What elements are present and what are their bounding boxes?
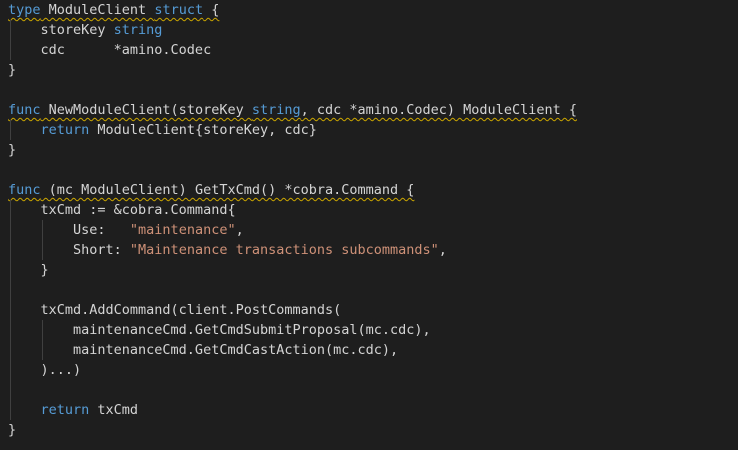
code-token: storeKey bbox=[8, 22, 114, 38]
code-token: txCmd bbox=[89, 402, 139, 418]
indent-guide bbox=[10, 260, 11, 280]
code-line[interactable]: )...) bbox=[8, 360, 738, 380]
code-line-content: )...) bbox=[8, 362, 82, 378]
keyword-token: func bbox=[8, 182, 41, 198]
code-token: txCmd.AddCommand(client.PostCommands( bbox=[8, 302, 342, 318]
code-token: (mc ModuleClient) GetTxCmd() *cobra.Comm… bbox=[40, 182, 415, 198]
code-token: , cdc *amino.Codec) ModuleClient { bbox=[300, 102, 577, 118]
code-token: } bbox=[8, 262, 49, 278]
code-token: )...) bbox=[8, 362, 82, 378]
code-line-content: } bbox=[8, 142, 16, 158]
indent-guide bbox=[10, 120, 11, 140]
indent-guide bbox=[10, 300, 11, 320]
code-token: } bbox=[8, 422, 17, 438]
keyword-token: string bbox=[251, 102, 301, 118]
code-line-content: type ModuleClient struct { bbox=[8, 2, 219, 18]
indent-guide bbox=[42, 220, 44, 240]
indent-guide bbox=[42, 320, 44, 340]
code-token: } bbox=[8, 142, 17, 158]
indent-guide bbox=[10, 200, 11, 220]
code-line[interactable] bbox=[8, 380, 738, 400]
code-area[interactable]: type ModuleClient struct { storeKey stri… bbox=[0, 0, 738, 440]
code-line-content: maintenanceCmd.GetCmdCastAction(mc.cdc), bbox=[8, 342, 398, 358]
code-line-content: storeKey string bbox=[8, 22, 163, 38]
code-line-content: txCmd := &cobra.Command{ bbox=[8, 202, 236, 218]
code-token: maintenanceCmd.GetCmdCastAction(mc.cdc), bbox=[8, 342, 399, 358]
code-line[interactable]: func NewModuleClient(storeKey string, cd… bbox=[8, 100, 738, 120]
code-line[interactable]: } bbox=[8, 60, 738, 80]
indent-guide bbox=[42, 240, 44, 260]
indent-guide bbox=[42, 340, 44, 360]
keyword-token: struct bbox=[154, 2, 204, 18]
code-line-content: cdc *amino.Codec bbox=[8, 42, 212, 58]
code-token: } bbox=[8, 62, 17, 78]
code-token: NewModuleClient(storeKey bbox=[40, 102, 252, 118]
code-line-content: Short: "Maintenance transactions subcomm… bbox=[8, 242, 447, 258]
code-token: Short: bbox=[8, 242, 130, 258]
string-token: "Maintenance transactions subcommands" bbox=[129, 242, 439, 258]
code-line-content bbox=[8, 162, 16, 178]
code-line-content: func NewModuleClient(storeKey string, cd… bbox=[8, 102, 577, 118]
code-line[interactable]: func (mc ModuleClient) GetTxCmd() *cobra… bbox=[8, 180, 738, 200]
code-line-content: txCmd.AddCommand(client.PostCommands( bbox=[8, 302, 342, 318]
code-token: { bbox=[203, 2, 220, 18]
keyword-token: return bbox=[40, 402, 90, 418]
indent-guide bbox=[10, 220, 11, 240]
code-token: , bbox=[235, 222, 244, 238]
code-line-content bbox=[8, 82, 16, 98]
code-token: Use: bbox=[8, 222, 130, 238]
indent-guide bbox=[10, 280, 11, 300]
code-line[interactable]: cdc *amino.Codec bbox=[8, 40, 738, 60]
indent-guide bbox=[10, 360, 11, 380]
indent-guide bbox=[10, 40, 11, 60]
code-line[interactable] bbox=[8, 160, 738, 180]
indent-guide bbox=[10, 20, 11, 40]
indent-guide bbox=[10, 380, 11, 400]
code-token: txCmd := &cobra.Command{ bbox=[8, 202, 236, 218]
code-token: ModuleClient bbox=[40, 2, 155, 18]
code-line[interactable]: txCmd.AddCommand(client.PostCommands( bbox=[8, 300, 738, 320]
code-line[interactable] bbox=[8, 80, 738, 100]
code-line-content: func (mc ModuleClient) GetTxCmd() *cobra… bbox=[8, 182, 414, 198]
code-line-content: } bbox=[8, 262, 49, 278]
code-line[interactable]: return txCmd bbox=[8, 400, 738, 420]
code-line[interactable]: maintenanceCmd.GetCmdSubmitProposal(mc.c… bbox=[8, 320, 738, 340]
keyword-token: string bbox=[113, 22, 163, 38]
string-token: "maintenance" bbox=[129, 222, 236, 238]
code-line-content: } bbox=[8, 422, 16, 438]
code-line[interactable] bbox=[8, 280, 738, 300]
code-line-content: } bbox=[8, 62, 16, 78]
code-token: , bbox=[438, 242, 447, 258]
code-line[interactable]: txCmd := &cobra.Command{ bbox=[8, 200, 738, 220]
code-token: ModuleClient{storeKey, cdc} bbox=[89, 122, 317, 138]
code-line[interactable]: return ModuleClient{storeKey, cdc} bbox=[8, 120, 738, 140]
code-line[interactable]: Short: "Maintenance transactions subcomm… bbox=[8, 240, 738, 260]
code-token: cdc *amino.Codec bbox=[8, 42, 212, 58]
code-line[interactable]: } bbox=[8, 420, 738, 440]
indent-guide bbox=[10, 400, 11, 420]
indent-guide bbox=[10, 340, 11, 360]
code-line[interactable]: type ModuleClient struct { bbox=[8, 0, 738, 20]
code-line[interactable]: storeKey string bbox=[8, 20, 738, 40]
code-line-content: return txCmd bbox=[8, 402, 139, 418]
code-line[interactable]: } bbox=[8, 260, 738, 280]
code-line-content: return ModuleClient{storeKey, cdc} bbox=[8, 122, 317, 138]
code-line-content: maintenanceCmd.GetCmdSubmitProposal(mc.c… bbox=[8, 322, 431, 338]
keyword-token: func bbox=[8, 102, 41, 118]
keyword-token: type bbox=[8, 2, 41, 18]
code-editor[interactable]: type ModuleClient struct { storeKey stri… bbox=[0, 0, 738, 450]
indent-guide bbox=[10, 240, 11, 260]
code-line[interactable]: maintenanceCmd.GetCmdCastAction(mc.cdc), bbox=[8, 340, 738, 360]
indent-guide bbox=[10, 320, 11, 340]
code-line[interactable]: Use: "maintenance", bbox=[8, 220, 738, 240]
code-line[interactable]: } bbox=[8, 140, 738, 160]
keyword-token: return bbox=[40, 122, 90, 138]
code-token: maintenanceCmd.GetCmdSubmitProposal(mc.c… bbox=[8, 322, 431, 338]
